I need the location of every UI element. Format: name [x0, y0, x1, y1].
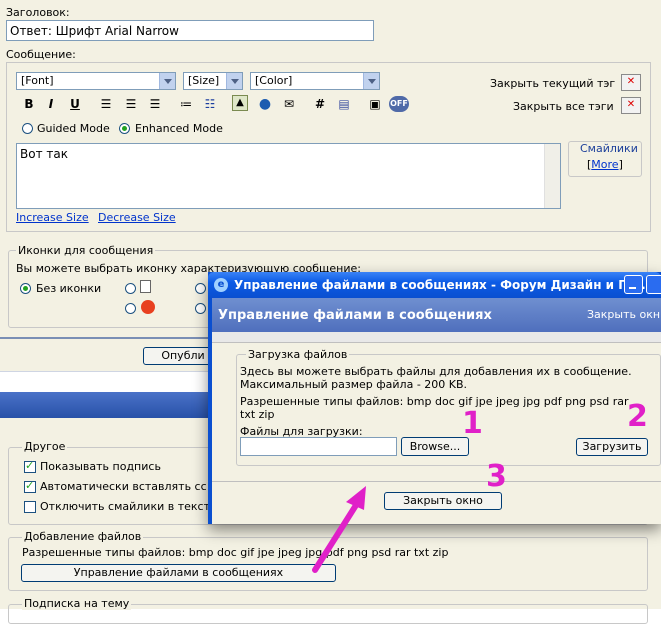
- enhanced-mode-radio[interactable]: [119, 123, 130, 134]
- email-icon[interactable]: ✉: [280, 95, 298, 113]
- php-icon[interactable]: ▤: [335, 95, 353, 113]
- subscribe-legend: Подписка на тему: [22, 597, 132, 610]
- icon-radio-extra-2[interactable]: [195, 303, 206, 314]
- smilies-label: Смайлики: [580, 142, 638, 155]
- popup-header-close-link[interactable]: Закрыть окн: [587, 308, 660, 321]
- popup-client: Управление файлами в сообщениях Закрыть …: [212, 298, 661, 524]
- textarea-scrollbar[interactable]: [544, 144, 560, 208]
- upload-legend: Загрузка файлов: [246, 348, 350, 361]
- popup-divider: [212, 332, 661, 343]
- smilies-more-link[interactable]: More: [591, 158, 618, 171]
- increase-size-link[interactable]: Increase Size: [16, 211, 89, 224]
- auto-insert-label: Автоматически вставлять сс: [40, 480, 207, 493]
- popup-header-bar: Управление файлами в сообщениях Закрыть …: [212, 298, 661, 332]
- show-signature-checkbox[interactable]: [24, 459, 36, 473]
- message-textarea[interactable]: Вот так: [16, 143, 561, 209]
- bullet-list-icon[interactable]: ☷: [201, 95, 219, 113]
- annotation-number-3: 3: [486, 459, 507, 494]
- upload-description-line2: Максимальный размер файла - 200 KB.: [240, 378, 468, 391]
- guided-mode-radio[interactable]: [22, 123, 33, 134]
- popup-footer-divider: [212, 481, 661, 482]
- image-icon[interactable]: ▲: [232, 95, 248, 111]
- code-hash-button[interactable]: #: [311, 95, 329, 113]
- upload-button[interactable]: Загрузить: [576, 438, 648, 456]
- no-icon-label: Без иконки: [36, 282, 102, 295]
- color-select[interactable]: [Color]: [250, 72, 380, 90]
- align-left-icon[interactable]: ☰: [97, 95, 115, 113]
- quote-icon[interactable]: ▣: [366, 95, 384, 113]
- popup-header-title: Управление файлами в сообщениях: [218, 308, 492, 323]
- font-select[interactable]: [Font]: [16, 72, 176, 90]
- close-all-tags-label: Закрыть все тэги: [513, 100, 614, 113]
- icon-radio-document[interactable]: [125, 283, 136, 294]
- annotation-arrow-icon: [312, 486, 366, 573]
- globe-link-icon[interactable]: ●: [256, 95, 274, 113]
- annotation-number-2: 2: [627, 399, 648, 434]
- subject-input[interactable]: Ответ: Шрифт Arial Narrow: [6, 20, 374, 41]
- auto-insert-checkbox[interactable]: [24, 479, 36, 493]
- popup-titlebar[interactable]: e Управление файлами в сообщениях - Фору…: [208, 272, 661, 298]
- disable-smilies-label: Отключить смайлики в текст: [40, 500, 210, 513]
- enhanced-mode-label: Enhanced Mode: [135, 122, 223, 135]
- upload-types-line1: Разрешенные типы файлов: bmp doc gif jpe…: [240, 395, 629, 408]
- off-toggle-button[interactable]: OFF: [389, 96, 409, 112]
- ie-icon: e: [214, 278, 228, 292]
- minimize-button[interactable]: [624, 275, 643, 294]
- popup-window: e Управление файлами в сообщениях - Фору…: [208, 272, 661, 524]
- close-icon: ✕: [626, 76, 636, 87]
- bold-button[interactable]: B: [20, 95, 38, 113]
- close-icon: ✕: [626, 99, 636, 110]
- document-icon: [140, 280, 151, 293]
- annotation-arrow: [312, 486, 366, 573]
- maximize-button[interactable]: [646, 275, 661, 294]
- decrease-size-link[interactable]: Decrease Size: [98, 211, 176, 224]
- popup-window-title: Управление файлами в сообщениях - Форум …: [234, 278, 651, 292]
- icon-radio-angry[interactable]: [125, 303, 136, 314]
- underline-button[interactable]: U: [66, 95, 84, 113]
- upload-types-line2: txt zip: [240, 408, 275, 421]
- guided-mode-label: Guided Mode: [37, 122, 110, 135]
- italic-button[interactable]: I: [42, 95, 60, 113]
- file-path-input[interactable]: [240, 437, 397, 456]
- chevron-down-icon: [226, 73, 242, 89]
- upload-description-line1: Здесь вы можете выбрать файлы для добавл…: [240, 365, 632, 378]
- minimize-icon: [629, 287, 636, 289]
- other-legend: Другое: [22, 440, 68, 453]
- align-center-icon[interactable]: ☰: [122, 95, 140, 113]
- close-current-tag-label: Закрыть текущий тэг: [490, 77, 616, 90]
- close-window-button[interactable]: Закрыть окно: [384, 492, 502, 510]
- manage-attachments-button[interactable]: Управление файлами в сообщениях: [21, 564, 336, 582]
- annotation-number-1: 1: [462, 406, 483, 441]
- chevron-down-icon: [363, 73, 379, 89]
- disable-smilies-checkbox[interactable]: [24, 501, 36, 513]
- browse-button[interactable]: Browse...: [401, 437, 469, 456]
- subject-value: Ответ: Шрифт Arial Narrow: [10, 24, 179, 38]
- close-all-tags-button[interactable]: ✕: [621, 97, 641, 114]
- message-text: Вот так: [20, 147, 68, 161]
- smilies-more: [More]: [587, 158, 623, 171]
- no-icon-radio[interactable]: [20, 283, 31, 294]
- icon-radio-extra[interactable]: [195, 283, 206, 294]
- attachments-allowed-types: Разрешенные типы файлов: bmp doc gif jpe…: [22, 546, 449, 559]
- align-right-icon[interactable]: ☰: [146, 95, 164, 113]
- size-select[interactable]: [Size]: [183, 72, 243, 90]
- icons-legend: Иконки для сообщения: [16, 244, 156, 257]
- show-signature-label: Показывать подпись: [40, 460, 161, 473]
- subject-label: Заголовок:: [6, 6, 70, 19]
- attachments-legend: Добавление файлов: [22, 530, 144, 543]
- angry-face-icon: [141, 300, 155, 314]
- ordered-list-icon[interactable]: ≔: [177, 95, 195, 113]
- chevron-down-icon: [159, 73, 175, 89]
- message-label: Сообщение:: [6, 48, 76, 61]
- close-current-tag-button[interactable]: ✕: [621, 74, 641, 91]
